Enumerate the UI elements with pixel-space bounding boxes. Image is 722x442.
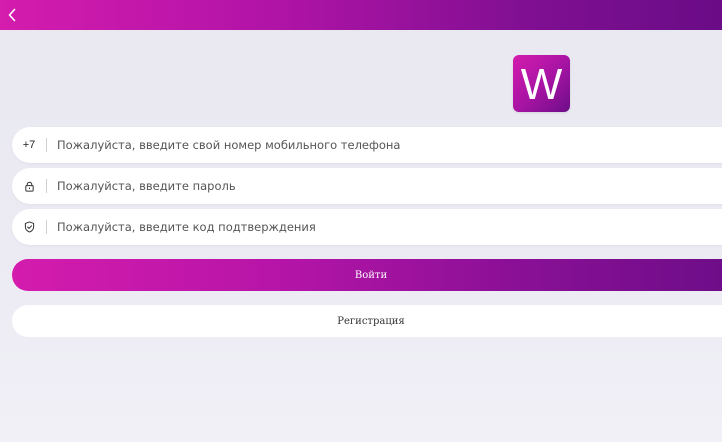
top-bar (0, 0, 722, 30)
verification-code-input[interactable] (47, 209, 722, 245)
register-button[interactable]: Регистрация (12, 305, 722, 337)
phone-input[interactable] (47, 127, 722, 163)
login-button[interactable]: Войти (12, 259, 722, 291)
logo-letter: W (520, 59, 563, 109)
password-input[interactable] (47, 168, 722, 204)
back-button[interactable] (2, 4, 22, 26)
app-logo: W (513, 55, 570, 112)
shield-check-icon (12, 209, 46, 245)
chevron-left-icon (8, 8, 16, 22)
country-code-prefix: +7 (22, 139, 36, 151)
verification-code-field (12, 209, 722, 245)
password-field (12, 168, 722, 204)
lock-icon (12, 168, 46, 204)
phone-field: +7 (12, 127, 722, 163)
